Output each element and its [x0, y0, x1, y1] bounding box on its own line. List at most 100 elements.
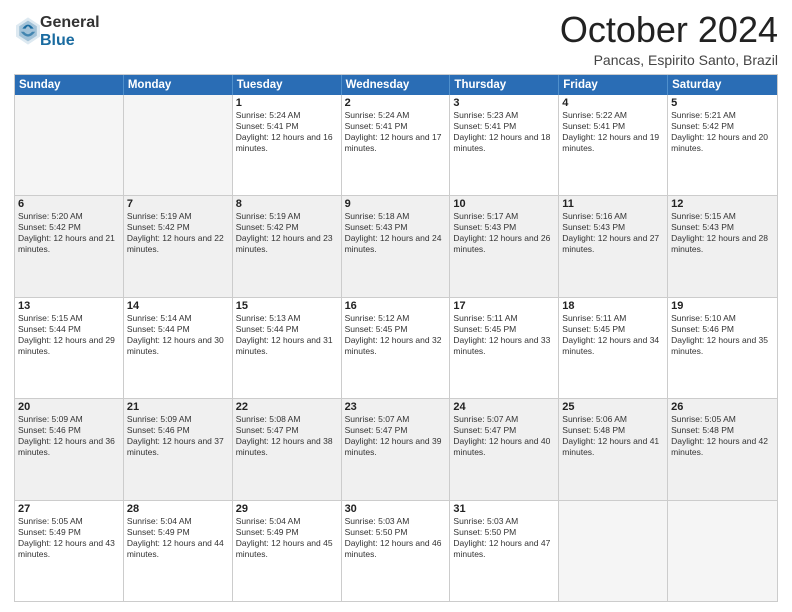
day-number: 27: [18, 503, 120, 515]
day-cell-26: 26Sunrise: 5:05 AM Sunset: 5:48 PM Dayli…: [668, 399, 777, 499]
day-cell-12: 12Sunrise: 5:15 AM Sunset: 5:43 PM Dayli…: [668, 196, 777, 296]
day-number: 30: [345, 503, 447, 515]
cell-info: Sunrise: 5:15 AM Sunset: 5:44 PM Dayligh…: [18, 313, 120, 357]
cell-info: Sunrise: 5:24 AM Sunset: 5:41 PM Dayligh…: [345, 110, 447, 154]
empty-cell: [124, 95, 233, 195]
day-number: 10: [453, 198, 555, 210]
calendar-week-4: 20Sunrise: 5:09 AM Sunset: 5:46 PM Dayli…: [15, 398, 777, 499]
cell-info: Sunrise: 5:09 AM Sunset: 5:46 PM Dayligh…: [18, 414, 120, 458]
header: General Blue October 2024 Pancas, Espiri…: [14, 10, 778, 68]
day-number: 8: [236, 198, 338, 210]
day-cell-17: 17Sunrise: 5:11 AM Sunset: 5:45 PM Dayli…: [450, 298, 559, 398]
day-number: 2: [345, 97, 447, 109]
day-cell-18: 18Sunrise: 5:11 AM Sunset: 5:45 PM Dayli…: [559, 298, 668, 398]
cell-info: Sunrise: 5:11 AM Sunset: 5:45 PM Dayligh…: [453, 313, 555, 357]
day-cell-14: 14Sunrise: 5:14 AM Sunset: 5:44 PM Dayli…: [124, 298, 233, 398]
day-number: 21: [127, 401, 229, 413]
header-day-monday: Monday: [124, 75, 233, 95]
logo-blue: Blue: [40, 32, 100, 50]
logo-icon: [16, 17, 40, 45]
day-number: 25: [562, 401, 664, 413]
day-cell-5: 5Sunrise: 5:21 AM Sunset: 5:42 PM Daylig…: [668, 95, 777, 195]
day-number: 24: [453, 401, 555, 413]
cell-info: Sunrise: 5:24 AM Sunset: 5:41 PM Dayligh…: [236, 110, 338, 154]
cell-info: Sunrise: 5:14 AM Sunset: 5:44 PM Dayligh…: [127, 313, 229, 357]
cell-info: Sunrise: 5:04 AM Sunset: 5:49 PM Dayligh…: [127, 516, 229, 560]
cell-info: Sunrise: 5:17 AM Sunset: 5:43 PM Dayligh…: [453, 211, 555, 255]
calendar-week-2: 6Sunrise: 5:20 AM Sunset: 5:42 PM Daylig…: [15, 195, 777, 296]
day-number: 7: [127, 198, 229, 210]
cell-info: Sunrise: 5:11 AM Sunset: 5:45 PM Dayligh…: [562, 313, 664, 357]
cell-info: Sunrise: 5:08 AM Sunset: 5:47 PM Dayligh…: [236, 414, 338, 458]
day-cell-22: 22Sunrise: 5:08 AM Sunset: 5:47 PM Dayli…: [233, 399, 342, 499]
cell-info: Sunrise: 5:20 AM Sunset: 5:42 PM Dayligh…: [18, 211, 120, 255]
day-number: 19: [671, 300, 774, 312]
day-number: 11: [562, 198, 664, 210]
day-cell-20: 20Sunrise: 5:09 AM Sunset: 5:46 PM Dayli…: [15, 399, 124, 499]
day-cell-6: 6Sunrise: 5:20 AM Sunset: 5:42 PM Daylig…: [15, 196, 124, 296]
day-cell-10: 10Sunrise: 5:17 AM Sunset: 5:43 PM Dayli…: [450, 196, 559, 296]
calendar: SundayMondayTuesdayWednesdayThursdayFrid…: [14, 74, 778, 602]
day-cell-4: 4Sunrise: 5:22 AM Sunset: 5:41 PM Daylig…: [559, 95, 668, 195]
day-number: 29: [236, 503, 338, 515]
cell-info: Sunrise: 5:09 AM Sunset: 5:46 PM Dayligh…: [127, 414, 229, 458]
day-cell-31: 31Sunrise: 5:03 AM Sunset: 5:50 PM Dayli…: [450, 501, 559, 601]
header-day-thursday: Thursday: [450, 75, 559, 95]
empty-cell: [15, 95, 124, 195]
cell-info: Sunrise: 5:05 AM Sunset: 5:49 PM Dayligh…: [18, 516, 120, 560]
day-cell-7: 7Sunrise: 5:19 AM Sunset: 5:42 PM Daylig…: [124, 196, 233, 296]
logo-text: General Blue: [40, 14, 100, 49]
cell-info: Sunrise: 5:23 AM Sunset: 5:41 PM Dayligh…: [453, 110, 555, 154]
month-title: October 2024: [560, 10, 778, 50]
empty-cell: [668, 501, 777, 601]
day-cell-30: 30Sunrise: 5:03 AM Sunset: 5:50 PM Dayli…: [342, 501, 451, 601]
day-cell-23: 23Sunrise: 5:07 AM Sunset: 5:47 PM Dayli…: [342, 399, 451, 499]
day-number: 22: [236, 401, 338, 413]
calendar-week-3: 13Sunrise: 5:15 AM Sunset: 5:44 PM Dayli…: [15, 297, 777, 398]
day-number: 9: [345, 198, 447, 210]
header-day-saturday: Saturday: [668, 75, 777, 95]
day-cell-15: 15Sunrise: 5:13 AM Sunset: 5:44 PM Dayli…: [233, 298, 342, 398]
day-cell-24: 24Sunrise: 5:07 AM Sunset: 5:47 PM Dayli…: [450, 399, 559, 499]
cell-info: Sunrise: 5:04 AM Sunset: 5:49 PM Dayligh…: [236, 516, 338, 560]
empty-cell: [559, 501, 668, 601]
cell-info: Sunrise: 5:18 AM Sunset: 5:43 PM Dayligh…: [345, 211, 447, 255]
header-day-wednesday: Wednesday: [342, 75, 451, 95]
cell-info: Sunrise: 5:19 AM Sunset: 5:42 PM Dayligh…: [236, 211, 338, 255]
day-number: 15: [236, 300, 338, 312]
day-number: 17: [453, 300, 555, 312]
cell-info: Sunrise: 5:10 AM Sunset: 5:46 PM Dayligh…: [671, 313, 774, 357]
day-cell-11: 11Sunrise: 5:16 AM Sunset: 5:43 PM Dayli…: [559, 196, 668, 296]
cell-info: Sunrise: 5:19 AM Sunset: 5:42 PM Dayligh…: [127, 211, 229, 255]
calendar-body: 1Sunrise: 5:24 AM Sunset: 5:41 PM Daylig…: [15, 95, 777, 601]
cell-info: Sunrise: 5:12 AM Sunset: 5:45 PM Dayligh…: [345, 313, 447, 357]
day-cell-27: 27Sunrise: 5:05 AM Sunset: 5:49 PM Dayli…: [15, 501, 124, 601]
day-number: 23: [345, 401, 447, 413]
logo: General Blue: [14, 14, 100, 49]
day-cell-1: 1Sunrise: 5:24 AM Sunset: 5:41 PM Daylig…: [233, 95, 342, 195]
location-subtitle: Pancas, Espirito Santo, Brazil: [560, 52, 778, 68]
day-number: 20: [18, 401, 120, 413]
day-cell-8: 8Sunrise: 5:19 AM Sunset: 5:42 PM Daylig…: [233, 196, 342, 296]
day-cell-19: 19Sunrise: 5:10 AM Sunset: 5:46 PM Dayli…: [668, 298, 777, 398]
day-number: 4: [562, 97, 664, 109]
day-number: 3: [453, 97, 555, 109]
cell-info: Sunrise: 5:05 AM Sunset: 5:48 PM Dayligh…: [671, 414, 774, 458]
cell-info: Sunrise: 5:07 AM Sunset: 5:47 PM Dayligh…: [453, 414, 555, 458]
day-number: 13: [18, 300, 120, 312]
cell-info: Sunrise: 5:06 AM Sunset: 5:48 PM Dayligh…: [562, 414, 664, 458]
day-cell-21: 21Sunrise: 5:09 AM Sunset: 5:46 PM Dayli…: [124, 399, 233, 499]
day-number: 14: [127, 300, 229, 312]
day-cell-9: 9Sunrise: 5:18 AM Sunset: 5:43 PM Daylig…: [342, 196, 451, 296]
day-cell-3: 3Sunrise: 5:23 AM Sunset: 5:41 PM Daylig…: [450, 95, 559, 195]
page: General Blue October 2024 Pancas, Espiri…: [0, 0, 792, 612]
header-day-tuesday: Tuesday: [233, 75, 342, 95]
day-number: 18: [562, 300, 664, 312]
day-number: 5: [671, 97, 774, 109]
day-cell-16: 16Sunrise: 5:12 AM Sunset: 5:45 PM Dayli…: [342, 298, 451, 398]
day-number: 28: [127, 503, 229, 515]
calendar-week-5: 27Sunrise: 5:05 AM Sunset: 5:49 PM Dayli…: [15, 500, 777, 601]
day-cell-2: 2Sunrise: 5:24 AM Sunset: 5:41 PM Daylig…: [342, 95, 451, 195]
cell-info: Sunrise: 5:07 AM Sunset: 5:47 PM Dayligh…: [345, 414, 447, 458]
calendar-header: SundayMondayTuesdayWednesdayThursdayFrid…: [15, 75, 777, 95]
